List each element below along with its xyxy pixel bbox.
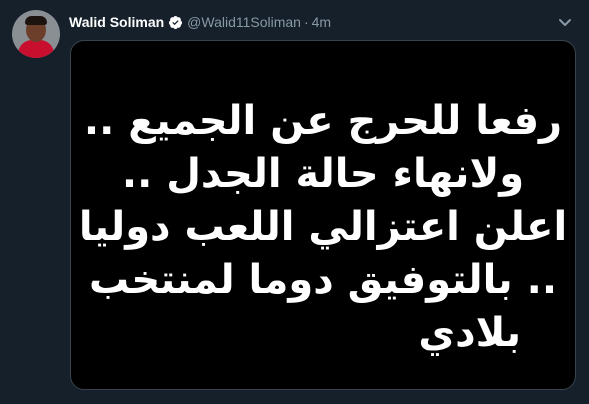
image-text-line-5: بلادي	[418, 310, 521, 356]
tweet-header: Walid Soliman @Walid11Soliman · 4m	[69, 12, 331, 32]
tweet-image[interactable]: رفعا للحرج عن الجميع .. ولانهاء حالة الج…	[70, 40, 576, 390]
image-text-line-2: ولانهاء حالة الجدل ..	[121, 151, 525, 197]
timestamp[interactable]: 4m	[312, 14, 331, 30]
image-text-line-1: رفعا للحرج عن الجميع ..	[83, 98, 563, 144]
avatar-shirt	[18, 40, 54, 58]
image-text: رفعا للحرج عن الجميع .. ولانهاء حالة الج…	[71, 95, 575, 360]
separator-dot: ·	[303, 14, 309, 30]
image-text-line-3: اعلن اعتزالي اللعب دوليا	[78, 204, 568, 250]
user-handle[interactable]: @Walid11Soliman	[187, 14, 301, 30]
avatar-hair	[25, 16, 47, 25]
tweet[interactable]: Walid Soliman @Walid11Soliman · 4m رفعا …	[0, 0, 589, 404]
avatar[interactable]	[12, 10, 60, 58]
chevron-down-icon[interactable]	[557, 14, 573, 30]
display-name[interactable]: Walid Soliman	[69, 14, 164, 30]
image-text-line-4: .. بالتوفيق دوما لمنتخب	[88, 257, 558, 303]
verified-badge-icon	[168, 15, 183, 30]
